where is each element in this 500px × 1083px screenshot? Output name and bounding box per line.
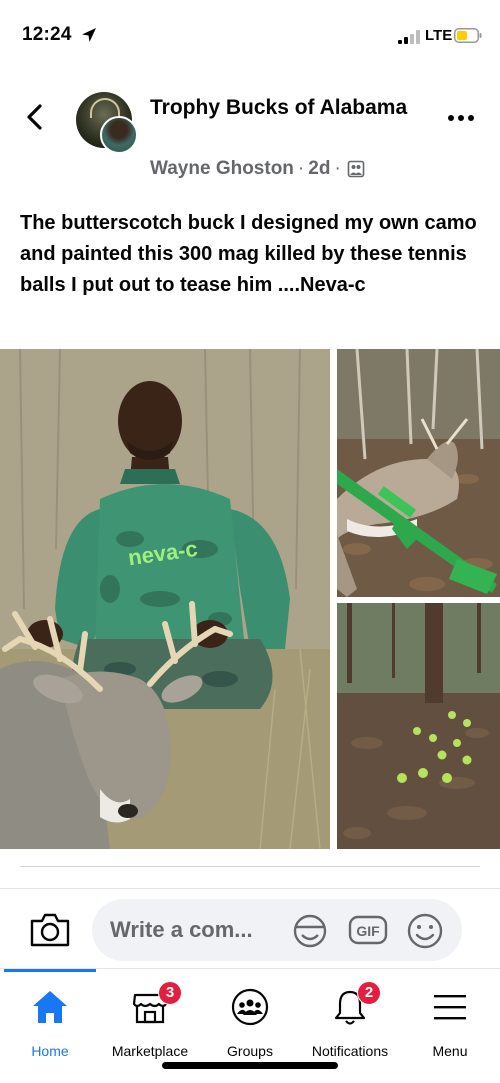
meta-separator-2: · — [334, 158, 341, 179]
tab-groups[interactable]: Groups — [200, 981, 300, 1059]
author-name[interactable]: Wayne Ghoston — [150, 158, 294, 180]
menu-icon — [434, 995, 466, 1020]
home-icon — [33, 991, 67, 1023]
tab-home-label: Home — [31, 1043, 69, 1059]
tab-notifications[interactable]: 2 Notifications — [300, 981, 400, 1059]
post-photo-main[interactable]: neva-c — [0, 349, 330, 849]
tab-menu[interactable]: Menu — [400, 981, 500, 1059]
comment-input[interactable]: Write a com... GIF — [92, 899, 462, 961]
post-header: Trophy Bucks of Alabama Wayne Ghoston · … — [0, 88, 500, 188]
privacy-icon — [347, 160, 365, 178]
hunter-deer-photo: neva-c — [0, 349, 330, 849]
tab-marketplace-label: Marketplace — [111, 1043, 189, 1059]
tab-notifications-label: Notifications — [311, 1043, 389, 1059]
location-arrow-icon — [82, 28, 96, 42]
battery-icon — [454, 28, 482, 43]
marketplace-badge: 3 — [158, 981, 182, 1005]
groups-icon — [231, 988, 269, 1026]
emoji-icon[interactable] — [406, 912, 444, 950]
back-arrow-icon[interactable] — [20, 102, 50, 132]
status-time: 12:24 — [22, 24, 72, 45]
group-name[interactable]: Trophy Bucks of Alabama — [150, 94, 410, 121]
tab-menu-label: Menu — [432, 1043, 468, 1059]
signal-icon — [398, 30, 420, 44]
post-photo-tennis-balls[interactable] — [337, 603, 500, 849]
tennis-balls-photo — [337, 603, 500, 849]
gif-label: GIF — [356, 923, 380, 939]
post-age[interactable]: 2d — [308, 158, 330, 180]
deer-rifle-photo — [337, 349, 500, 597]
post-text: The butterscotch buck I designed my own … — [20, 212, 477, 296]
post-meta: Wayne Ghoston · 2d · — [150, 158, 365, 180]
more-icon[interactable] — [446, 108, 476, 128]
comment-bar: Write a com... GIF — [0, 888, 500, 968]
tab-home[interactable]: Home — [0, 981, 100, 1059]
network-type: LTE — [425, 27, 453, 44]
active-tab-indicator — [4, 969, 96, 972]
tab-groups-label: Groups — [227, 1043, 273, 1059]
home-indicator — [162, 1062, 338, 1069]
author-avatar[interactable] — [100, 116, 138, 154]
camera-icon[interactable] — [28, 911, 72, 949]
notifications-badge: 2 — [357, 981, 381, 1005]
post-photo-rifle[interactable] — [337, 349, 500, 597]
meta-separator: · — [297, 158, 305, 179]
sticker-icon[interactable] — [290, 913, 330, 949]
divider — [20, 866, 480, 867]
tab-marketplace[interactable]: 3 Marketplace — [100, 981, 200, 1059]
gif-icon[interactable]: GIF — [348, 915, 388, 945]
status-bar: 12:24 LTE — [0, 0, 500, 70]
comment-placeholder: Write a com... — [110, 917, 253, 942]
